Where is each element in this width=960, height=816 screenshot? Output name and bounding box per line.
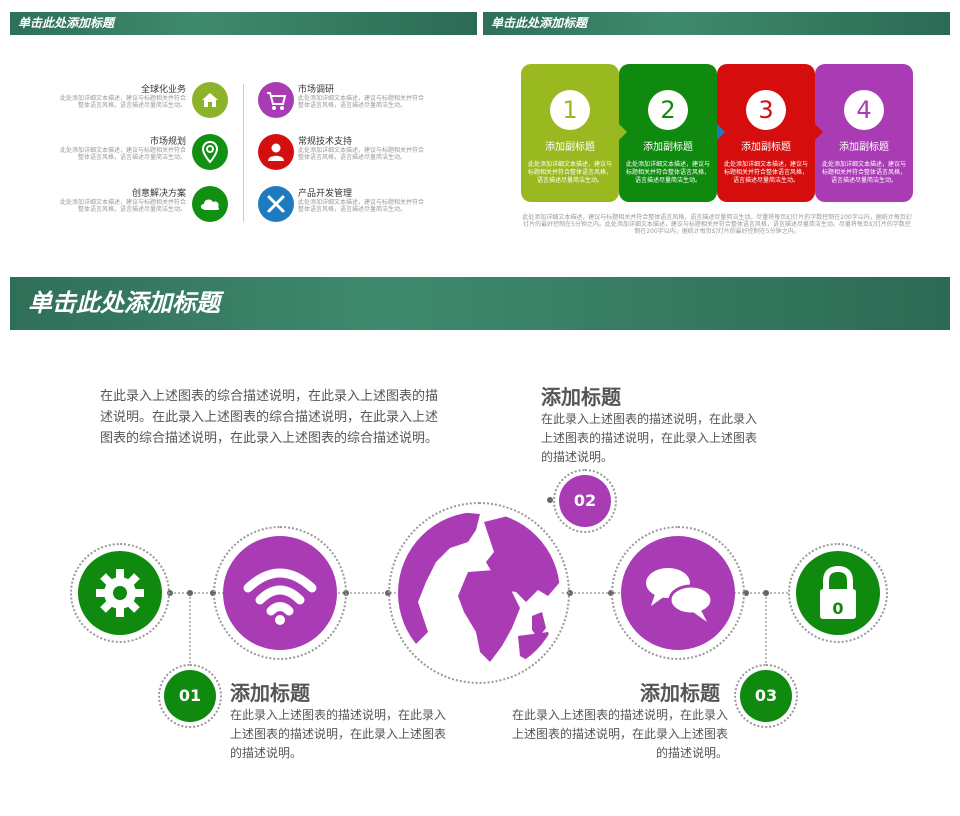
gear-disk <box>78 551 162 635</box>
badge-02: 02 <box>559 475 611 527</box>
lock-disk: 0 <box>796 551 880 635</box>
wifi-icon <box>243 568 317 625</box>
chat-bubbles-icon <box>646 568 714 622</box>
globe-disk <box>398 512 560 674</box>
badge-03-label: 03 <box>754 686 778 705</box>
timeline-connectors <box>170 499 790 664</box>
wifi-disk <box>223 536 337 650</box>
connector-dot <box>187 590 193 596</box>
lock-icon <box>820 565 856 619</box>
badge-02-label: 02 <box>573 491 597 510</box>
gear-icon <box>96 569 144 617</box>
globe-icon <box>398 512 560 666</box>
badge-03: 03 <box>740 670 792 722</box>
badge-01-label: 01 <box>178 686 202 705</box>
badge-01: 01 <box>164 670 216 722</box>
lock-digit: 0 <box>832 599 844 618</box>
connector-dot <box>763 590 769 596</box>
chat-disk <box>621 536 735 650</box>
